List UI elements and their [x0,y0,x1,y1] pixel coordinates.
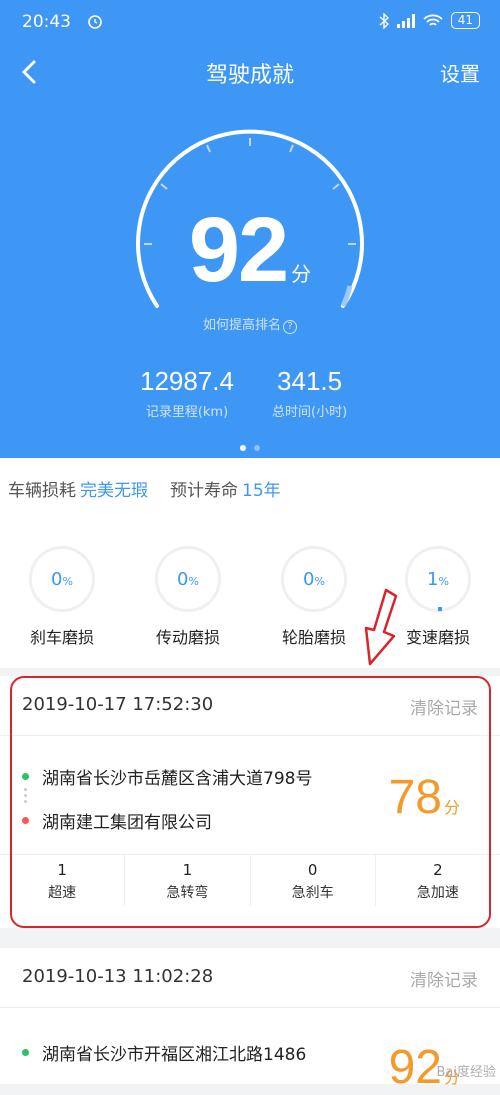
trip-time: 2019-10-13 11:02:28 [22,966,214,987]
end-dot-icon [22,817,29,824]
route-dots [24,788,27,806]
score-display: 92 分 [0,198,500,303]
trip-score: 78 分 [388,771,460,824]
wear-transmission[interactable]: 0% 传动磨损 [128,546,248,648]
trip-time: 2019-10-17 17:52:30 [22,694,214,715]
trip-header: 2019-10-13 11:02:28 清除记录 [0,948,500,1008]
header: 20:43 41 驾驶成就 设置 92 分 如何提高排名 ? 12987.4 记… [0,0,500,458]
trip-record[interactable]: 2019-10-17 17:52:30 清除记录 湖南省长沙市岳麓区含浦大道79… [0,676,500,928]
help-icon: ? [283,320,297,334]
watermark: Bai度经验 [436,1065,497,1080]
wear-label: 刹车磨损 [29,628,94,647]
clear-record-button[interactable]: 清除记录 [410,966,478,991]
stat-value: 12987.4 [140,366,234,396]
trip-stats: 1 超速 1 急转弯 0 急刹车 2 急加速 [0,854,500,906]
wear-value: 0% [51,569,73,590]
page-dot [254,445,260,451]
wear-label: 轮胎磨损 [281,628,346,647]
trip-record[interactable]: 2019-10-13 11:02:28 清除记录 湖南省长沙市开福区湘江北路14… [0,948,500,1094]
trip-header: 2019-10-17 17:52:30 清除记录 [0,676,500,736]
trip-end-location: 湖南建工集团有限公司 [42,813,212,833]
settings-button[interactable]: 设置 [440,58,480,87]
start-dot-icon [22,773,29,780]
trip-stat-sharp-turn: 1 急转弯 [125,855,251,906]
wear-progress-mark [438,607,442,611]
trip-stat-rapid-accel: 2 急加速 [416,861,459,901]
wear-ring: 0% [281,546,347,612]
vehicle-wear-card: 车辆损耗 完美无瑕 预计寿命 15年 0% 刹车磨损 0% 传动磨损 0% 轮胎磨损 … [0,458,500,668]
trip-stat-hard-brake: 0 急刹车 [251,855,376,906]
score-unit: 分 [291,262,312,286]
stat-label: 总时间(小时) [272,405,348,420]
wear-value: 1% [427,569,449,590]
wear-ring: 1% [405,546,471,612]
wear-status: 完美无瑕 [80,481,148,501]
wear-ring: 0% [155,546,221,612]
alarm-icon [88,15,102,29]
stat-mileage: 12987.4 记录里程(km) [140,366,234,420]
wear-label: 传动磨损 [155,628,220,647]
status-icons: 41 [379,12,480,29]
bluetooth-icon [379,12,389,29]
wear-value: 0% [303,569,325,590]
improve-label: 如何提高排名 [202,318,281,333]
wear-brake[interactable]: 0% 刹车磨损 [2,546,122,648]
wifi-icon [423,14,443,26]
life-value: 15年 [242,481,281,501]
stat-value: 341.5 [277,366,343,396]
signal-icon [396,13,415,28]
wear-summary: 车辆损耗 完美无瑕 预计寿命 15年 [8,476,281,501]
status-bar: 20:43 41 [0,0,500,44]
annotation-arrow [364,588,398,666]
wear-value: 0% [177,569,199,590]
page-indicator [0,436,500,455]
status-time: 20:43 [22,12,71,32]
wear-label: 车辆损耗 [8,481,76,501]
page-dot-active [240,445,246,451]
score-value: 92 [188,199,289,301]
wear-ring: 0% [29,546,95,612]
trip-stat-speeding: 1 超速 [0,855,126,906]
improve-ranking-link[interactable]: 如何提高排名? [0,314,500,334]
life-label: 预计寿命 [170,481,238,501]
clear-record-button[interactable]: 清除记录 [410,694,478,719]
nav-bar: 驾驶成就 设置 [0,52,500,92]
battery-indicator: 41 [450,12,480,29]
start-dot-icon [22,1049,29,1056]
stat-label: 记录里程(km) [145,405,229,420]
wear-tire[interactable]: 0% 轮胎磨损 [254,546,374,648]
page-title: 驾驶成就 [205,63,294,88]
trip-start-location: 湖南省长沙市岳麓区含浦大道798号 [42,769,313,789]
stat-time: 341.5 总时间(小时) [272,366,347,420]
trip-start-location: 湖南省长沙市开福区湘江北路1486 [42,1045,307,1065]
